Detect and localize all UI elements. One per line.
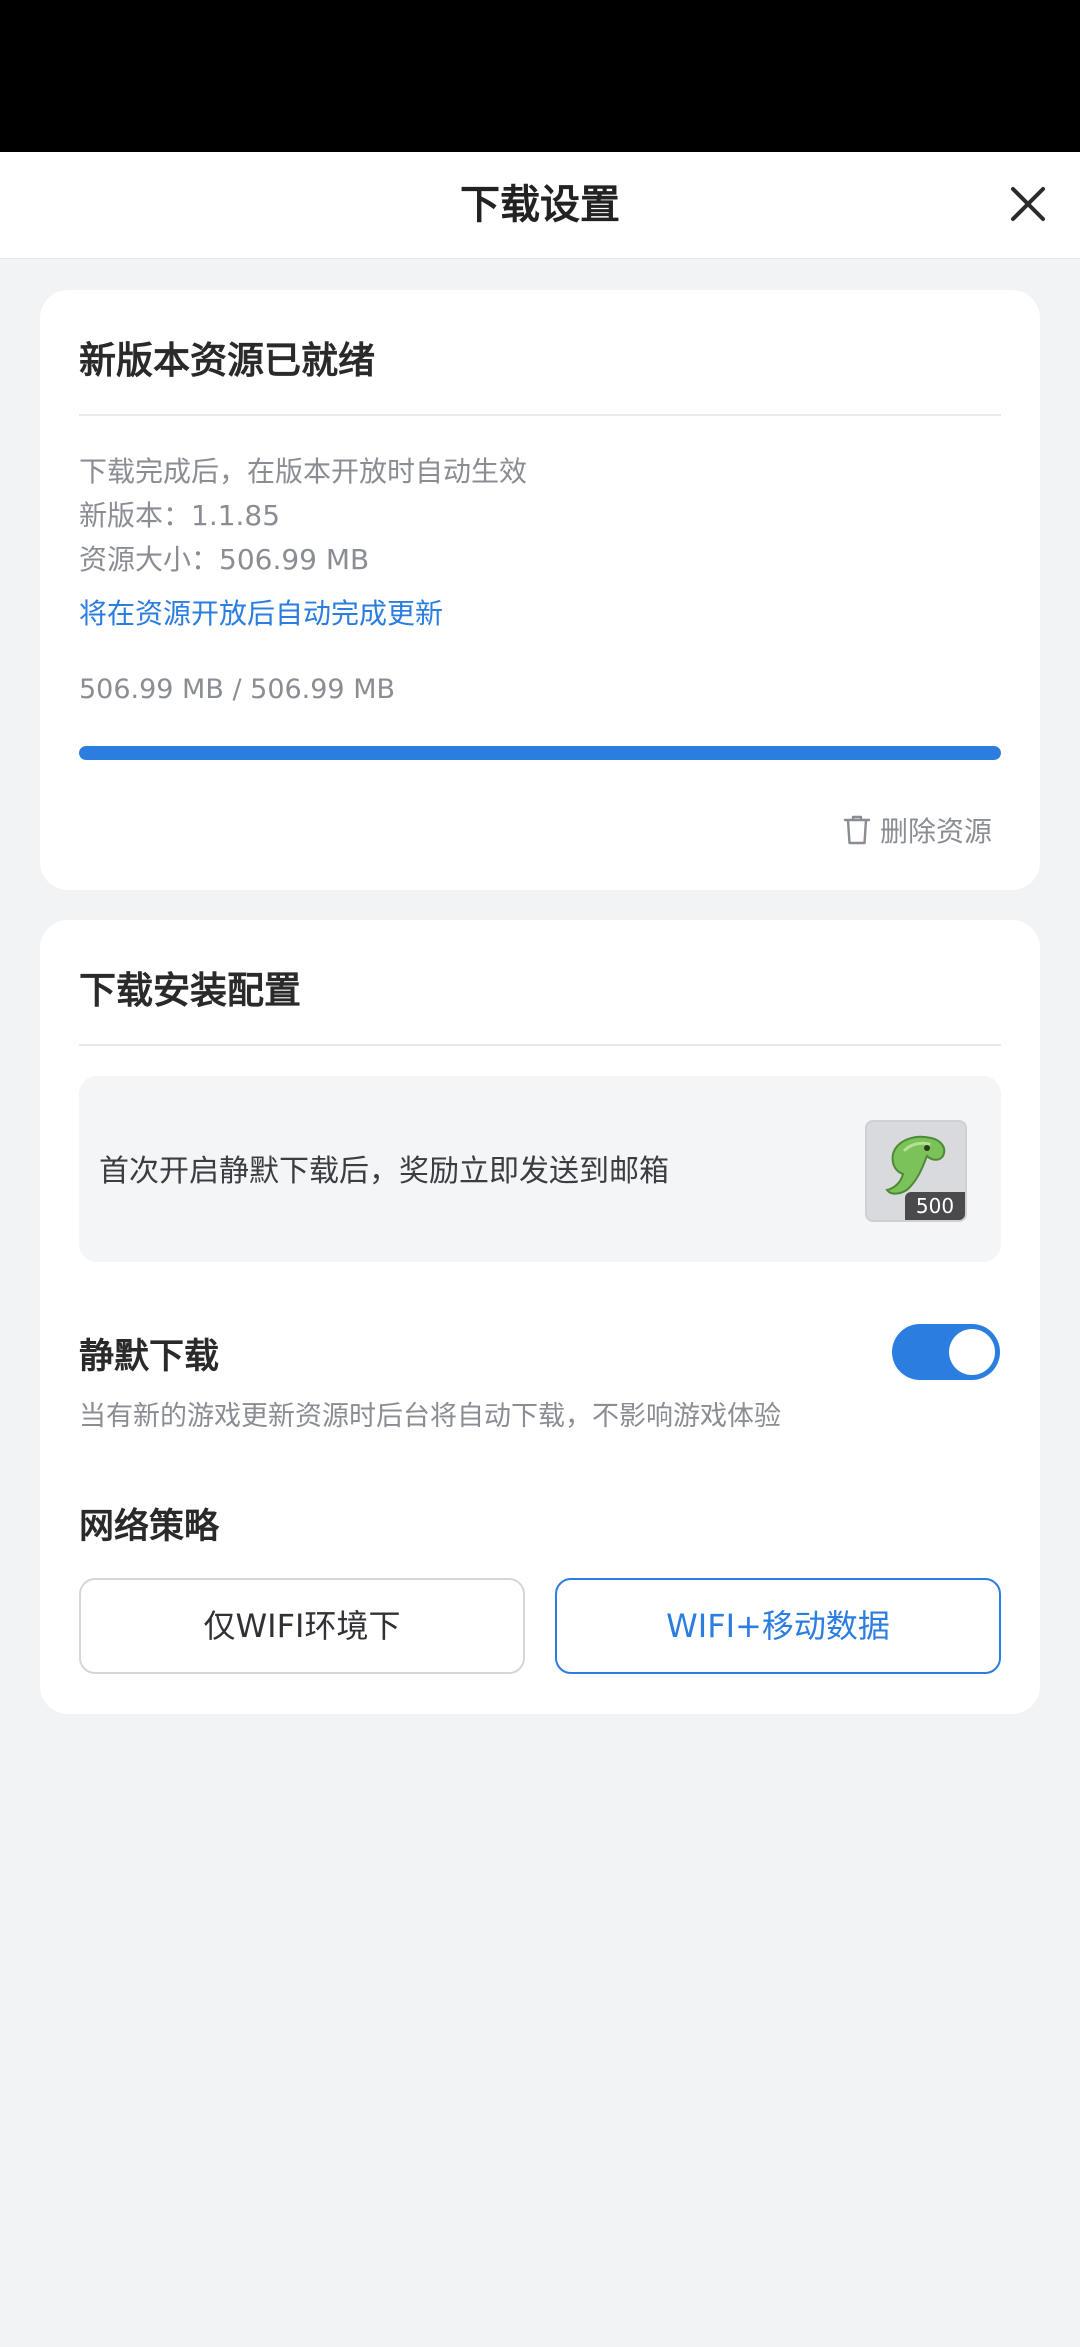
resource-card-title: 新版本资源已就绪 bbox=[79, 339, 375, 382]
toggle-knob bbox=[949, 1329, 995, 1375]
reward-text: 首次开启静默下载后，奖励立即发送到邮箱 bbox=[99, 1154, 669, 1189]
auto-update-link[interactable]: 将在资源开放后自动完成更新 bbox=[79, 592, 443, 632]
trash-icon bbox=[843, 815, 871, 845]
wifi-only-option[interactable]: 仅WIFI环境下 bbox=[79, 1578, 525, 1674]
silent-download-label: 静默下载 bbox=[79, 1337, 220, 1377]
close-icon bbox=[1011, 187, 1045, 221]
reward-count-badge: 500 bbox=[905, 1192, 965, 1220]
header: 下载设置 bbox=[0, 152, 1080, 259]
silent-download-desc: 当有新的游戏更新资源时后台将自动下载，不影响游戏体验 bbox=[79, 1401, 781, 1432]
download-install-card: 下载安装配置 首次开启静默下载后，奖励立即发送到邮箱 500 静默下载 当有新的… bbox=[40, 920, 1040, 1714]
divider bbox=[79, 414, 1001, 416]
silent-download-toggle[interactable] bbox=[892, 1324, 1000, 1380]
page-title: 下载设置 bbox=[460, 182, 620, 228]
delete-resource-label: 删除资源 bbox=[879, 815, 992, 848]
reward-banner: 首次开启静默下载后，奖励立即发送到邮箱 500 bbox=[79, 1076, 1001, 1262]
status-bar bbox=[0, 0, 1080, 152]
close-button[interactable] bbox=[998, 174, 1058, 234]
network-strategy-label: 网络策略 bbox=[79, 1507, 220, 1547]
info-auto-apply: 下载完成后，在版本开放时自动生效 bbox=[79, 455, 528, 488]
download-progress-bar bbox=[79, 746, 1001, 760]
progress-text: 506.99 MB / 506.99 MB bbox=[79, 674, 396, 705]
info-size: 资源大小：506.99 MB bbox=[79, 543, 370, 576]
info-version: 新版本：1.1.85 bbox=[79, 499, 281, 532]
resource-ready-card: 新版本资源已就绪 下载完成后，在版本开放时自动生效 新版本：1.1.85 资源大… bbox=[40, 290, 1040, 890]
wifi-mobile-option[interactable]: WIFI+移动数据 bbox=[555, 1578, 1001, 1674]
download-progress-fill bbox=[79, 746, 1001, 760]
divider bbox=[79, 1044, 1001, 1046]
install-card-title: 下载安装配置 bbox=[79, 969, 301, 1012]
reward-item[interactable]: 500 bbox=[865, 1120, 967, 1222]
delete-resource-button[interactable]: 删除资源 bbox=[842, 810, 992, 850]
